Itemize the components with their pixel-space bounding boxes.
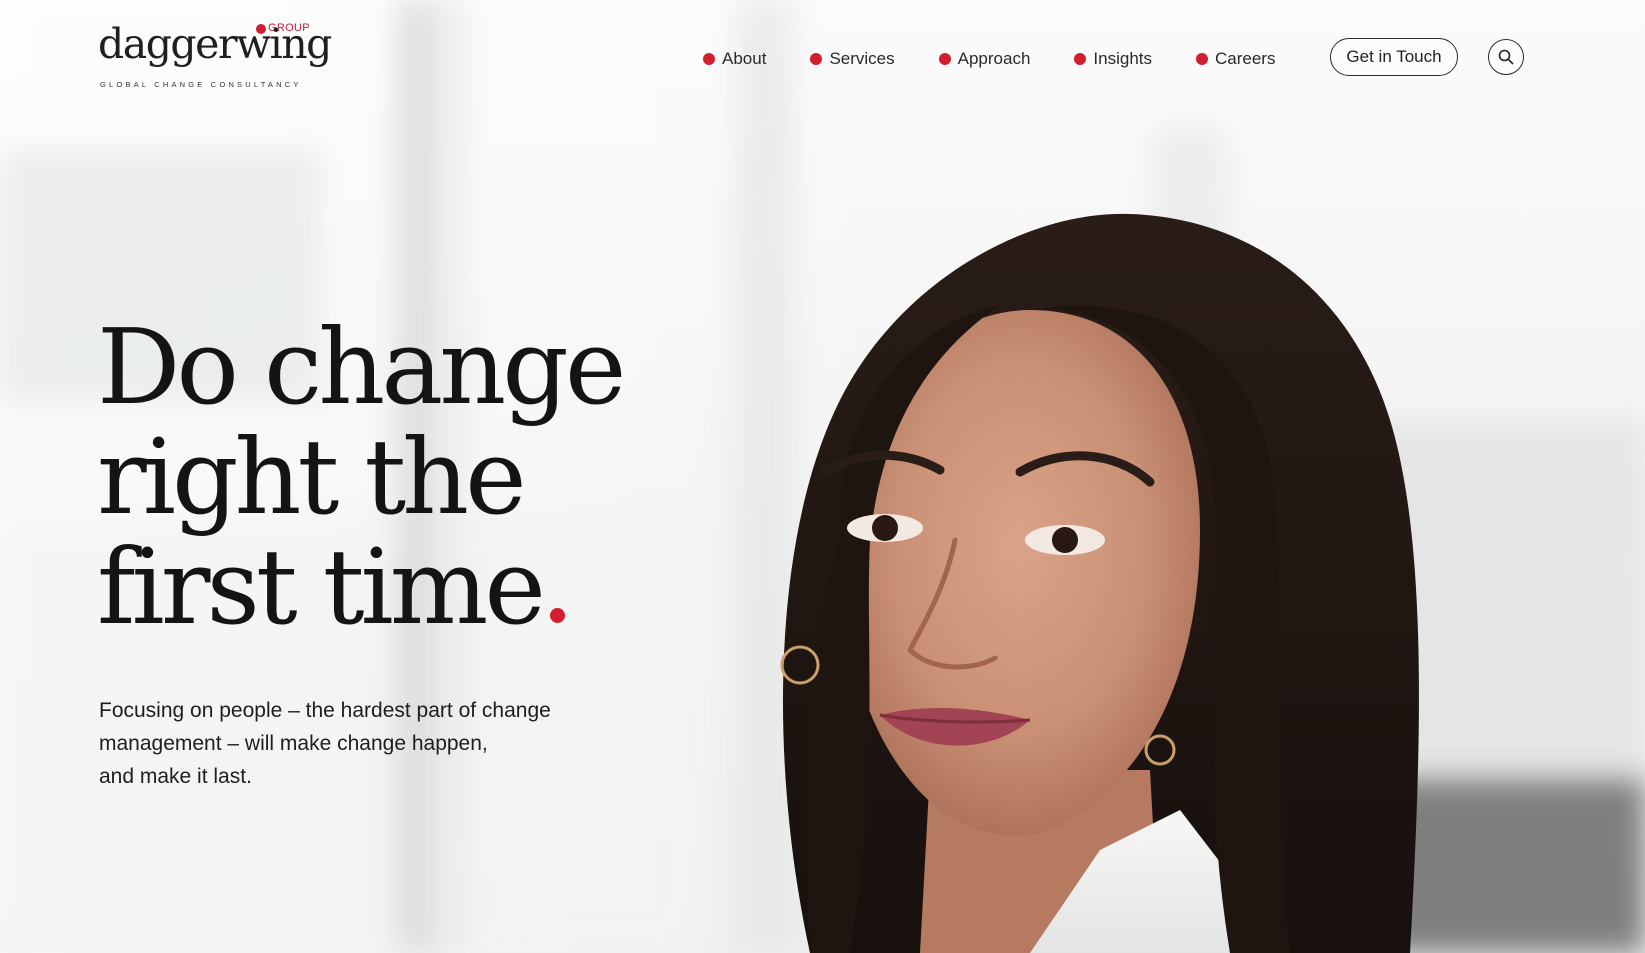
nav-item-careers[interactable]: Careers: [1196, 49, 1275, 69]
accent-dot: [549, 608, 565, 623]
hero-title-text: first time: [97, 526, 546, 648]
brand-logo[interactable]: GROUP daggerwing GLOBAL CHANGE CONSULTAN…: [98, 22, 332, 92]
hero-subtitle: Focusing on people – the hardest part of…: [99, 694, 639, 793]
hero-subtitle-line: and make it last.: [99, 765, 252, 788]
hero-subtitle-line: management – will make change happen,: [99, 732, 488, 755]
hero-subtitle-line: Focusing on people – the hardest part of…: [99, 699, 551, 722]
logo-wordmark: daggerwing: [98, 20, 332, 68]
nav-bullet-icon: [1074, 53, 1087, 65]
portrait-image: [780, 213, 1419, 953]
search-icon: [1498, 49, 1514, 65]
hero-title-line-last: first time: [97, 532, 622, 642]
get-in-touch-button[interactable]: Get in Touch: [1330, 38, 1458, 76]
hero-title-line: Do change: [97, 306, 626, 428]
hero-section: GROUP daggerwing GLOBAL CHANGE CONSULTAN…: [0, 0, 1645, 953]
nav-item-label: Approach: [957, 49, 1031, 68]
hero-title-line: right the: [97, 416, 527, 538]
nav-item-label: Services: [829, 49, 895, 68]
search-button[interactable]: [1488, 39, 1524, 75]
nav-item-label: Careers: [1215, 49, 1276, 68]
logo-tagline: GLOBAL CHANGE CONSULTANCY: [100, 80, 302, 89]
hero-title: Do change right the first time: [97, 306, 626, 642]
nav-item-label: Insights: [1093, 49, 1152, 68]
nav-bullet-icon: [703, 53, 715, 65]
nav-item-about[interactable]: About: [703, 49, 766, 69]
nav-item-insights[interactable]: Insights: [1074, 49, 1152, 69]
nav-bullet-icon: [1196, 53, 1208, 65]
nav-bullet-icon: [810, 53, 823, 65]
nav-bullet-icon: [938, 53, 951, 65]
nav-item-approach[interactable]: Approach: [938, 49, 1031, 69]
nav-item-label: About: [722, 49, 767, 68]
nav-item-services[interactable]: Services: [810, 49, 895, 69]
main-navigation: About Services Approach Insights Careers: [703, 44, 1275, 74]
